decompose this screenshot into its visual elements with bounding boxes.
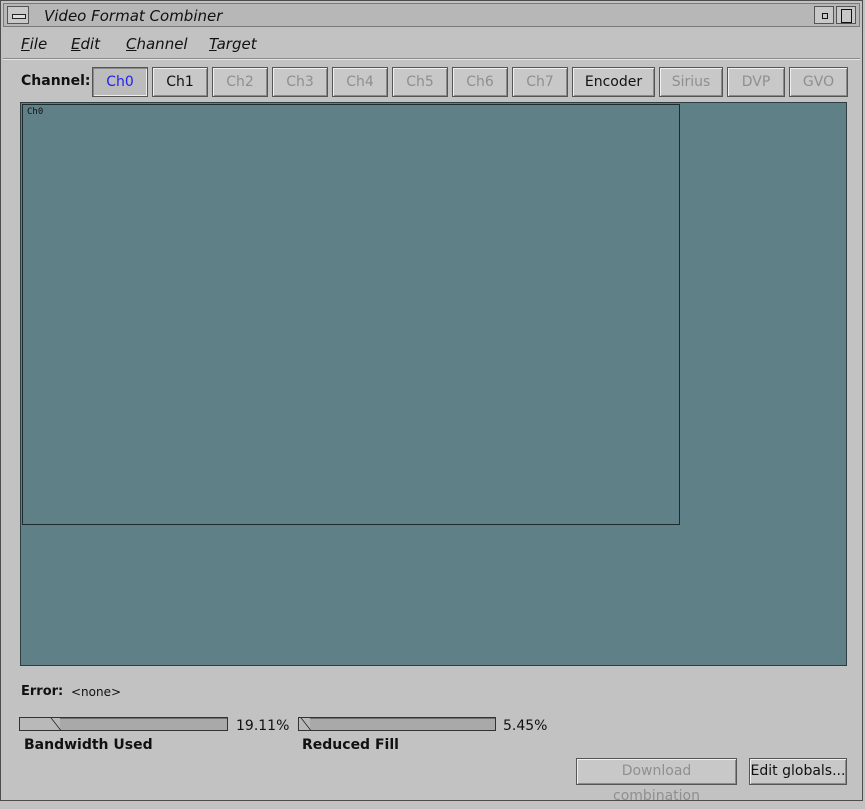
combination-canvas[interactable]: Ch0: [20, 102, 847, 666]
menu-channel[interactable]: Channel: [126, 35, 188, 53]
channel-button-ch6[interactable]: Ch6: [452, 67, 508, 97]
edit-globals-button[interactable]: Edit globals...: [749, 758, 847, 785]
window-menu-icon[interactable]: [7, 6, 29, 24]
menu-bar: File Edit Channel Target: [3, 29, 860, 59]
download-combination-button[interactable]: Download combination: [576, 758, 737, 804]
channel-region-label: Ch0: [27, 107, 44, 117]
fill-caption: Reduced Fill: [302, 737, 399, 753]
channel-button-ch0[interactable]: Ch0: [92, 67, 148, 97]
app-window: Video Format Combiner File Edit Channel …: [0, 0, 863, 804]
channel-button-ch7[interactable]: Ch7: [512, 67, 568, 97]
channel-button-ch4[interactable]: Ch4: [332, 67, 388, 97]
channel-region-ch0[interactable]: Ch0: [22, 104, 680, 525]
channel-button-ch3[interactable]: Ch3: [272, 67, 328, 97]
fill-gauge: [298, 717, 496, 731]
channel-button-sirius[interactable]: Sirius: [659, 67, 723, 97]
channel-label: Channel:: [21, 73, 91, 89]
error-label: Error:: [21, 684, 64, 699]
channel-button-encoder[interactable]: Encoder: [572, 67, 655, 97]
channel-button-gvo[interactable]: GVO: [789, 67, 848, 97]
channel-button-ch5[interactable]: Ch5: [392, 67, 448, 97]
gauge-fill: [20, 718, 60, 730]
maximize-icon[interactable]: [836, 6, 856, 24]
menu-edit[interactable]: Edit: [71, 35, 100, 53]
error-value: <none>: [71, 685, 122, 699]
window-title: Video Format Combiner: [44, 7, 223, 25]
channel-button-ch1[interactable]: Ch1: [152, 67, 208, 97]
bandwidth-caption: Bandwidth Used: [24, 737, 153, 753]
bandwidth-value: 19.11%: [236, 718, 290, 734]
bandwidth-gauge: [19, 717, 228, 731]
channel-button-dvp[interactable]: DVP: [727, 67, 785, 97]
menu-target[interactable]: Target: [209, 35, 257, 53]
fill-value: 5.45%: [503, 718, 548, 734]
menu-file[interactable]: File: [21, 35, 47, 53]
title-bar[interactable]: Video Format Combiner: [3, 3, 860, 27]
minimize-icon[interactable]: [814, 6, 834, 24]
channel-button-ch2[interactable]: Ch2: [212, 67, 268, 97]
